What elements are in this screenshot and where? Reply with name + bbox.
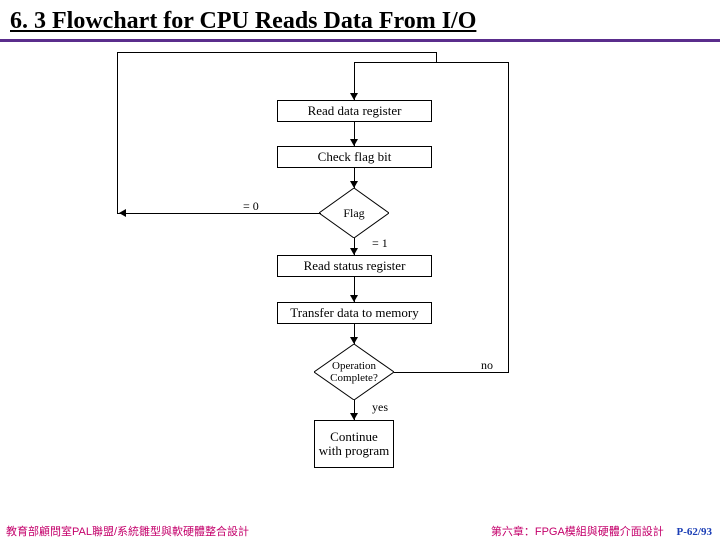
node-continue: Continue with program xyxy=(314,420,394,468)
footer-left: 教育部顧問室PAL聯盟/系統雛型與軟硬體整合設計 xyxy=(0,523,249,539)
edge-flag-one: = 1 xyxy=(372,236,388,251)
node-flag-decision: Flag xyxy=(319,188,389,238)
node-check-flag-bit: Check flag bit xyxy=(277,146,432,168)
op-complete-label: Operation Complete? xyxy=(314,360,394,384)
edge-no: no xyxy=(481,358,493,373)
node-transfer-data: Transfer data to memory xyxy=(277,302,432,324)
node-operation-complete: Operation Complete? xyxy=(314,344,394,400)
footer-page: P-62/93 xyxy=(671,526,720,538)
flag-label: Flag xyxy=(343,206,364,221)
edge-flag-zero: = 0 xyxy=(243,199,259,214)
slide-title: 6. 3 Flowchart for CPU Reads Data From I… xyxy=(0,0,720,42)
node-read-data-register: Read data register xyxy=(277,100,432,122)
flowchart: Read data register Check flag bit Flag =… xyxy=(0,42,720,502)
footer: 教育部顧問室PAL聯盟/系統雛型與軟硬體整合設計 第六章：FPGA模組與硬體介面… xyxy=(0,522,720,540)
footer-right: 第六章：FPGA模組與硬體介面設計 xyxy=(491,526,668,538)
node-read-status-register: Read status register xyxy=(277,255,432,277)
edge-yes: yes xyxy=(372,400,388,415)
